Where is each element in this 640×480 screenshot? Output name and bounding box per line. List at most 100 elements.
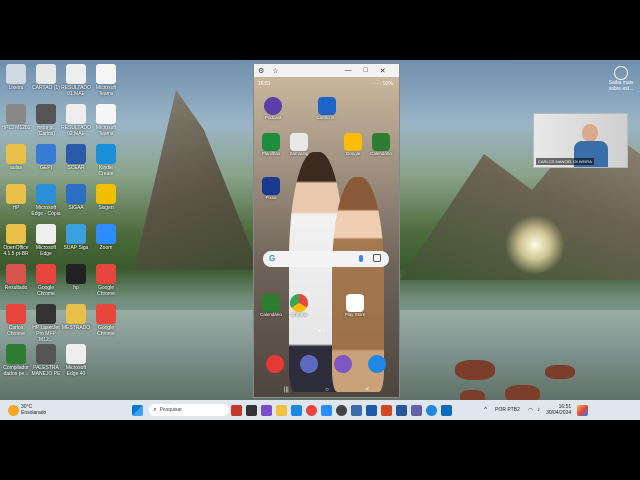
app-chrome[interactable]: Chrome — [284, 294, 314, 317]
phone-mirror-window[interactable]: ⚙ ☆ — □ ✕ 16:51 ◦ ◦ ◦ 92% Podcast Cartão… — [253, 63, 400, 398]
google-search-bar[interactable]: G — [263, 251, 389, 267]
desktop-icon[interactable]: Sisgen — [91, 184, 121, 211]
close-button[interactable]: ✕ — [380, 67, 386, 75]
app-play-store[interactable]: Play Store — [340, 294, 370, 317]
app-icon[interactable] — [396, 404, 408, 416]
word-icon[interactable] — [366, 404, 378, 416]
desktop-icon-image — [96, 144, 116, 164]
back-button[interactable]: < — [365, 387, 369, 393]
wifi-icon[interactable]: ◠ — [528, 407, 533, 414]
desktop-icon-label: GEPI — [40, 165, 52, 171]
desktop-icon[interactable]: Microsoft Edge 40 — [61, 344, 91, 377]
clock[interactable]: 16:51 30/04/2024 — [546, 404, 571, 416]
app-icon[interactable] — [351, 404, 363, 416]
app-icon[interactable] — [231, 404, 243, 416]
file-explorer-icon[interactable] — [276, 404, 288, 416]
app-icon[interactable] — [426, 404, 438, 416]
desktop-icon[interactable]: SCEAR — [61, 144, 91, 171]
zoom-icon[interactable] — [321, 404, 333, 416]
desktop-icon[interactable]: Microsoft Edge - Cópia — [31, 184, 61, 217]
desktop-icon[interactable]: hp — [61, 264, 91, 291]
desktop-icon[interactable]: Google Chrome — [91, 304, 121, 337]
desktop-icon[interactable]: Resultado — [1, 264, 31, 291]
weather-icon[interactable] — [8, 404, 19, 416]
powerpoint-icon[interactable] — [381, 404, 393, 416]
app-cartao[interactable]: Cartão S... — [312, 97, 342, 120]
desktop-icon[interactable]: Lixeira — [1, 64, 31, 91]
desktop-icon-image — [36, 64, 56, 84]
app-planilhas[interactable]: Planilhas — [256, 133, 286, 156]
desktop-icon[interactable]: Microsoft Teams — [91, 104, 121, 137]
sheets-icon — [262, 133, 280, 151]
search-icon: ⌕ — [153, 406, 157, 413]
app-messages[interactable] — [328, 355, 358, 373]
desktop-icon[interactable]: RESULTADO 02 MAE — [61, 104, 91, 137]
app-google[interactable]: Google — [338, 133, 368, 156]
chat-icon — [368, 355, 386, 373]
app-icon[interactable] — [441, 404, 453, 416]
google-g-icon: G — [269, 254, 276, 263]
desktop-icon[interactable]: PALESTRA MANEJO PE — [31, 344, 61, 377]
desktop-icon-label: OpenOffice 4.1.5 pt-BR — [3, 245, 29, 257]
maximize-button[interactable]: □ — [364, 67, 368, 74]
app-podcast[interactable]: Podcast — [258, 97, 288, 120]
desktop-icon[interactable]: RESULTADO 01 MAE — [61, 64, 91, 97]
desktop-icon[interactable]: Compilador dados pe... — [1, 344, 31, 377]
desktop-icon-label: Microsoft Edge 40 — [65, 365, 87, 377]
app-icon[interactable] — [261, 404, 273, 416]
desktop-icon[interactable]: aulas — [1, 144, 31, 171]
desktop-icon-image — [66, 304, 86, 324]
volume-icon[interactable]: ♪ — [537, 407, 540, 413]
app-icon[interactable] — [336, 404, 348, 416]
mic-icon[interactable] — [359, 255, 363, 262]
chrome-icon[interactable] — [306, 404, 318, 416]
app-samsung[interactable]: Samsung — [284, 133, 314, 156]
desktop-icon[interactable]: Zoom — [91, 224, 121, 251]
desktop-icon-image — [6, 64, 26, 84]
minimize-button[interactable]: — — [345, 67, 352, 74]
desktop-icon[interactable]: fotos pc (Carlos) — [31, 104, 61, 137]
wallpaper-sun — [505, 215, 565, 275]
desktop-icon-image — [6, 104, 26, 124]
language-indicator[interactable]: POR PTB2 — [495, 407, 520, 413]
copilot-icon[interactable] — [577, 404, 589, 416]
desktop-icon-label: SUAP Siga — [63, 245, 89, 251]
desktop-icon[interactable]: Carlos Chrome — [1, 304, 31, 337]
task-view-icon[interactable] — [246, 404, 258, 416]
taskbar-search[interactable]: ⌕ Pesquisar — [149, 404, 230, 416]
sus-icon — [318, 97, 336, 115]
app-clock[interactable] — [294, 355, 324, 373]
desktop-icon-image — [36, 144, 56, 164]
app-calendar[interactable]: Calendário — [366, 133, 396, 156]
desktop-icon[interactable]: CARTAO (1) — [31, 64, 61, 91]
desktop-icon[interactable]: Microsoft Edge — [31, 224, 61, 257]
settings-icon[interactable]: ⚙ — [258, 67, 264, 75]
desktop-icon[interactable]: HPLJ M1201 — [1, 104, 31, 131]
desktop-icon-image — [66, 184, 86, 204]
learn-more-desktop-icon[interactable]: Saiba mais sobre est... — [606, 66, 636, 92]
desktop-icon[interactable]: OpenOffice 4.1.5 pt-BR — [1, 224, 31, 257]
desktop-icon[interactable]: Google Chrome — [91, 264, 121, 297]
app-pixsa[interactable]: Pixsa — [256, 177, 286, 200]
desktop-icon[interactable]: SUAP Siga — [61, 224, 91, 251]
tray-chevron-icon[interactable]: ^ — [484, 407, 487, 413]
app-chat[interactable] — [362, 355, 392, 373]
app-calendar-dock[interactable]: Calendário — [256, 294, 286, 317]
desktop-icon[interactable]: Microsoft Teams — [91, 64, 121, 97]
desktop-icon[interactable]: HP — [1, 184, 31, 211]
pin-icon[interactable]: ☆ — [272, 67, 278, 75]
lens-icon[interactable] — [373, 254, 381, 262]
desktop-icon[interactable]: MESTRADO — [61, 304, 91, 331]
home-button[interactable]: ○ — [325, 387, 329, 393]
desktop-icon[interactable]: GEPI — [31, 144, 61, 171]
desktop-icon[interactable]: HP LaserJet Pro MFP M12... — [31, 304, 61, 343]
desktop-icon-label: Google Chrome — [97, 285, 115, 297]
start-button[interactable] — [132, 404, 144, 416]
desktop-icon[interactable]: SIGAA — [61, 184, 91, 211]
recents-button[interactable]: ||| — [284, 387, 289, 393]
desktop-icon[interactable]: Google Chrome — [31, 264, 61, 297]
teams-icon[interactable] — [411, 404, 423, 416]
edge-icon[interactable] — [291, 404, 303, 416]
desktop-icon[interactable]: Kindle Create — [91, 144, 121, 177]
app-contacts[interactable] — [260, 355, 290, 373]
